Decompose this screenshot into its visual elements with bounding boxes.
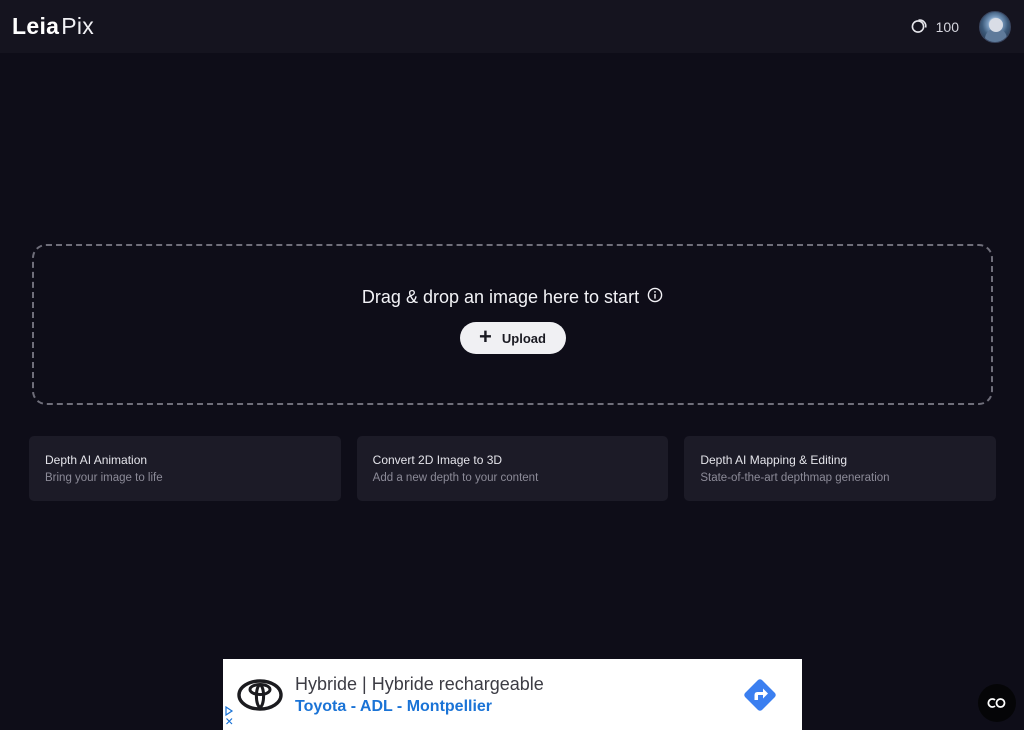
logo-primary-text: Leia xyxy=(12,13,60,39)
ad-choices-icon[interactable] xyxy=(225,705,235,728)
dropzone-title: Drag & drop an image here to start xyxy=(362,287,663,308)
plus-icon: + xyxy=(479,324,492,349)
upload-button[interactable]: + Upload xyxy=(459,322,566,354)
toyota-logo-icon xyxy=(237,672,283,718)
ad-subline: Toyota - ADL - Montpellier xyxy=(295,697,493,715)
credits-count: 100 xyxy=(935,18,959,35)
user-avatar[interactable] xyxy=(979,10,1011,43)
feature-card-title: Depth AI Mapping & Editing xyxy=(700,453,848,467)
logo-secondary-text: Pix xyxy=(61,13,95,39)
feature-card-depth-mapping[interactable]: Depth AI Mapping & Editing State-of-the-… xyxy=(684,436,997,501)
top-bar-right: 100 xyxy=(911,10,1011,43)
feature-card-convert-2d-3d[interactable]: Convert 2D Image to 3D Add a new depth t… xyxy=(356,436,669,501)
top-bar: Leia Pix 100 xyxy=(0,0,1024,53)
credits-indicator[interactable]: 100 xyxy=(911,17,959,37)
feature-card-subtitle: State-of-the-art depthmap generation xyxy=(700,472,890,484)
dropzone-title-text: Drag & drop an image here to start xyxy=(361,287,640,307)
feature-cards: Depth AI Animation Bring your image to l… xyxy=(29,436,997,501)
cc-icon[interactable] xyxy=(978,684,1016,722)
coins-icon xyxy=(911,17,928,37)
feature-card-subtitle: Add a new depth to your content xyxy=(372,472,539,484)
info-icon[interactable] xyxy=(647,287,663,308)
feature-card-depth-animation[interactable]: Depth AI Animation Bring your image to l… xyxy=(29,436,341,501)
upload-button-label: Upload xyxy=(501,330,546,346)
directions-arrow-icon[interactable] xyxy=(740,675,780,715)
ad-text: Hybride | Hybride rechargeable Toyota - … xyxy=(295,674,740,716)
feature-card-subtitle: Bring your image to life xyxy=(45,472,163,484)
advertisement-banner[interactable]: Hybride | Hybride rechargeable Toyota - … xyxy=(223,659,802,730)
ad-headline: Hybride | Hybride rechargeable xyxy=(295,673,544,694)
image-dropzone[interactable]: Drag & drop an image here to start + Upl… xyxy=(32,244,993,405)
leiapix-logo[interactable]: Leia Pix xyxy=(12,15,94,38)
feature-card-title: Convert 2D Image to 3D xyxy=(372,453,503,467)
feature-card-title: Depth AI Animation xyxy=(45,453,148,467)
